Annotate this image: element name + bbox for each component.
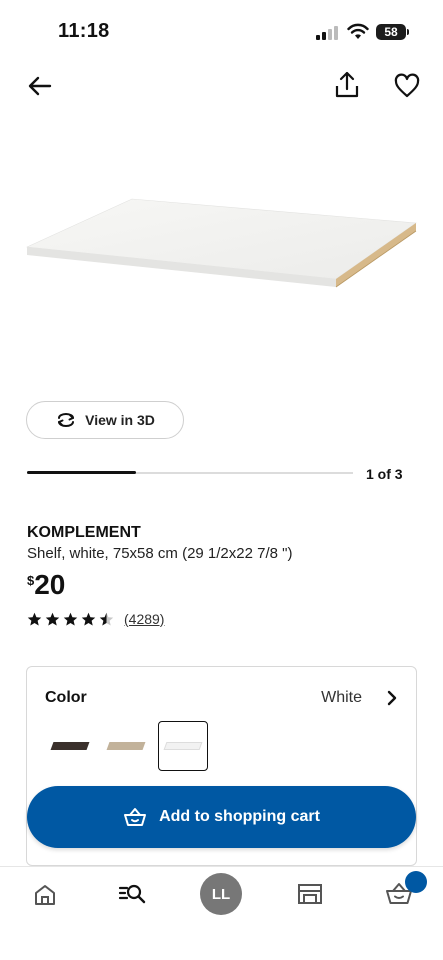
product-name: KOMPLEMENT — [27, 524, 141, 541]
status-bar: 11:18 58 — [0, 0, 443, 60]
view-in-3d-button[interactable]: View in 3D — [26, 401, 184, 439]
star-icon — [27, 612, 42, 625]
chevron-right-icon[interactable] — [384, 689, 400, 707]
color-label: Color — [45, 689, 87, 706]
gallery-progress-fill — [27, 471, 136, 474]
color-swatch-black-brown[interactable] — [45, 721, 95, 771]
product-rating[interactable]: (4289) — [27, 611, 164, 627]
back-arrow-icon[interactable] — [26, 72, 54, 100]
battery-tip — [407, 29, 409, 35]
swatch-shape — [50, 742, 90, 750]
share-icon[interactable] — [333, 70, 361, 100]
review-count-link[interactable]: (4289) — [124, 611, 164, 627]
bottom-nav: LL — [0, 866, 443, 960]
shopping-basket-icon — [124, 808, 147, 826]
battery-icon: 58 — [376, 24, 406, 40]
product-price: $ 20 — [27, 568, 65, 602]
rotate-3d-icon — [58, 413, 75, 427]
gallery-page-indicator: 1 of 3 — [366, 466, 403, 482]
gallery-progress-track — [27, 471, 353, 474]
add-to-cart-button[interactable]: Add to shopping cart — [27, 786, 416, 848]
product-image — [25, 198, 417, 288]
rating-stars — [27, 612, 114, 627]
cellular-signal-icon — [316, 26, 338, 40]
star-icon — [63, 612, 78, 625]
product-description: Shelf, white, 75x58 cm (29 1/2x22 7/8 ") — [27, 545, 293, 562]
store-icon[interactable] — [295, 881, 325, 907]
search-list-icon[interactable] — [117, 881, 147, 907]
selected-color-value: White — [321, 689, 362, 706]
status-time: 11:18 — [58, 20, 110, 42]
price-amount: 20 — [34, 569, 66, 600]
color-swatch-white[interactable] — [158, 721, 208, 771]
heart-icon[interactable] — [393, 72, 421, 100]
price-currency: $ — [27, 573, 35, 588]
star-icon — [99, 612, 114, 625]
view-in-3d-label: View in 3D — [85, 412, 155, 428]
swatch-shape — [163, 742, 203, 750]
star-icon — [81, 612, 96, 625]
color-swatch-beige[interactable] — [101, 721, 151, 771]
cart-notification-badge — [405, 871, 427, 893]
wifi-icon — [347, 23, 369, 39]
home-icon[interactable] — [30, 881, 60, 907]
add-to-cart-label: Add to shopping cart — [159, 808, 320, 825]
swatch-shape — [106, 742, 146, 750]
star-icon — [45, 612, 60, 625]
profile-avatar[interactable]: LL — [200, 873, 242, 915]
